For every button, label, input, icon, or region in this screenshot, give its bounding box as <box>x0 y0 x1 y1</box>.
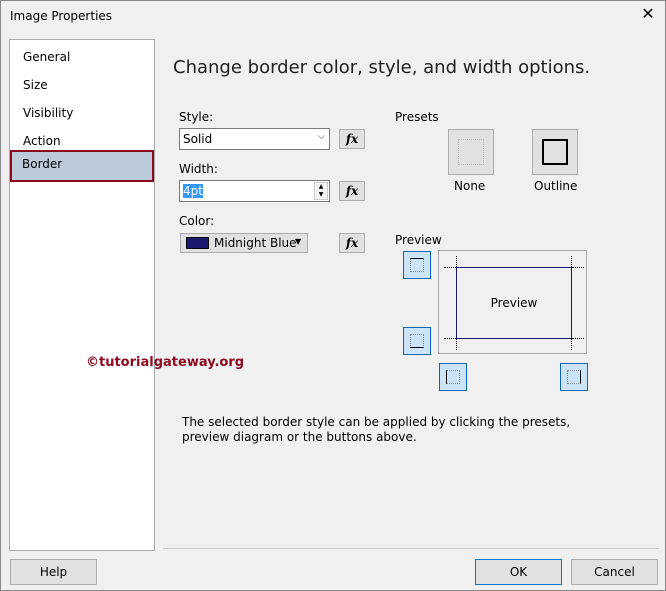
divider <box>163 548 659 549</box>
border-top-icon <box>410 258 424 272</box>
preview-diagram[interactable]: Preview <box>438 250 587 354</box>
width-input[interactable]: 4pt ▲ ▼ <box>179 180 330 202</box>
cancel-button[interactable]: Cancel <box>571 559 658 585</box>
preset-none-button[interactable] <box>448 129 494 175</box>
preset-none-icon <box>458 139 484 165</box>
right-border-button[interactable] <box>560 363 588 391</box>
help-button[interactable]: Help <box>10 559 97 585</box>
chevron-down-icon: ⌵ <box>317 131 325 142</box>
close-button[interactable]: ✕ <box>637 4 659 23</box>
image-properties-dialog: Image Properties ✕ General Size Visibili… <box>0 0 666 591</box>
border-bottom-icon <box>410 334 424 348</box>
sidebar-item-general[interactable]: General <box>11 44 153 72</box>
watermark: ©tutorialgateway.org <box>86 355 245 370</box>
preset-outline-button[interactable] <box>532 129 578 175</box>
corner-mark <box>571 339 572 350</box>
width-expression-button[interactable]: fx <box>339 181 365 201</box>
corner-mark <box>572 267 584 268</box>
color-label: Color: <box>179 214 215 228</box>
dropdown-arrow-icon: ▼ <box>295 237 302 246</box>
presets-label: Presets <box>395 110 439 124</box>
color-swatch <box>186 237 209 249</box>
style-value: Solid <box>183 132 213 146</box>
page-heading: Change border color, style, and width op… <box>173 57 591 78</box>
ok-button[interactable]: OK <box>475 559 562 585</box>
sidebar-nav: General Size Visibility Action Border <box>9 39 155 551</box>
preset-outline-label: Outline <box>534 179 578 193</box>
dialog-title: Image Properties <box>10 9 113 23</box>
left-border-button[interactable] <box>439 363 467 391</box>
preview-label: Preview <box>395 233 442 247</box>
style-select[interactable]: Solid ⌵ <box>179 128 330 150</box>
preset-none-label: None <box>454 179 486 193</box>
sidebar-item-size[interactable]: Size <box>11 72 153 100</box>
bottom-border-button[interactable] <box>403 327 431 355</box>
corner-mark <box>444 338 456 339</box>
preview-box: Preview <box>456 267 572 339</box>
sidebar-item-visibility[interactable]: Visibility <box>11 100 153 128</box>
width-label: Width: <box>179 162 218 176</box>
border-left-icon <box>446 370 460 384</box>
sidebar-item-border[interactable]: Border <box>10 150 154 182</box>
hint-text: The selected border style can be applied… <box>182 415 571 444</box>
top-border-button[interactable] <box>403 251 431 279</box>
border-right-icon <box>567 370 581 384</box>
preset-outline-icon <box>542 139 568 165</box>
corner-mark <box>456 339 457 350</box>
corner-mark <box>571 256 572 267</box>
color-expression-button[interactable]: fx <box>339 233 365 253</box>
width-stepper[interactable]: ▲ ▼ <box>314 182 328 200</box>
color-value: Midnight Blue <box>214 236 297 250</box>
color-dropdown[interactable]: Midnight Blue ▼ <box>180 233 308 253</box>
corner-mark <box>444 267 456 268</box>
preview-text: Preview <box>490 296 538 310</box>
corner-mark <box>456 256 457 267</box>
style-expression-button[interactable]: fx <box>339 129 365 149</box>
style-label: Style: <box>179 110 214 124</box>
width-value: 4pt <box>183 184 203 198</box>
corner-mark <box>572 338 584 339</box>
